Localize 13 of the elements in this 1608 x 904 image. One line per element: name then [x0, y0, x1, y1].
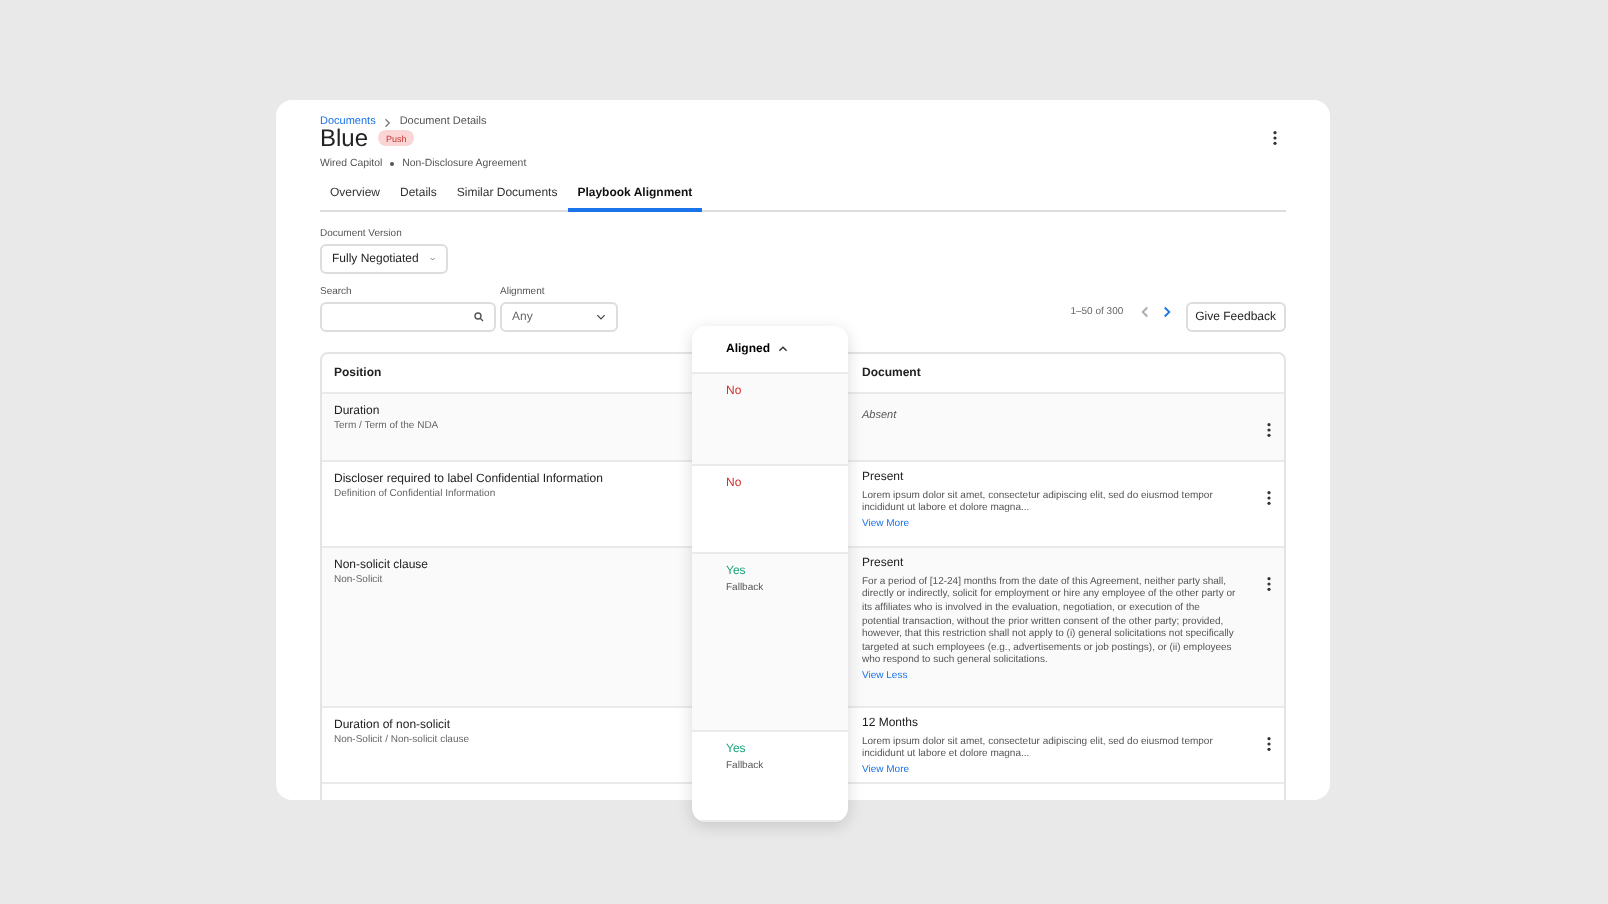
more-icon[interactable] [1272, 130, 1278, 146]
more-icon[interactable] [1266, 490, 1272, 506]
chevron-right-icon [383, 117, 392, 127]
document-title: Blue [320, 124, 369, 152]
more-icon[interactable] [1266, 422, 1272, 438]
chevron-right-icon[interactable] [1161, 305, 1172, 317]
caret-up-icon[interactable] [778, 346, 788, 352]
more-icon[interactable] [1266, 736, 1272, 752]
more-icon[interactable] [1266, 576, 1272, 592]
search-field[interactable] [320, 302, 496, 332]
caret-down-icon [596, 314, 606, 320]
search-icon [474, 312, 484, 322]
separator-dot [390, 162, 395, 166]
